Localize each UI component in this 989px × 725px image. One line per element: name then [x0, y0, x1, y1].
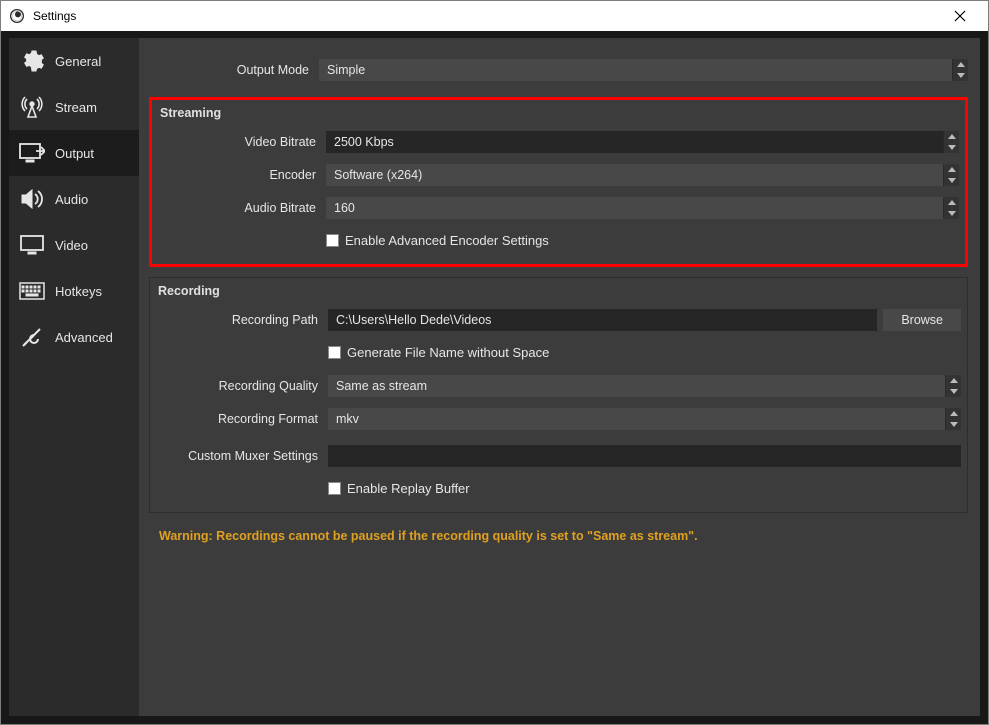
- spinner-buttons[interactable]: [943, 197, 959, 219]
- output-mode-label: Output Mode: [139, 63, 319, 77]
- replay-buffer-checkbox[interactable]: [328, 482, 341, 495]
- audio-bitrate-label: Audio Bitrate: [158, 201, 326, 215]
- recording-path-value: C:\Users\Hello Dede\Videos: [336, 313, 491, 327]
- sidebar-item-hotkeys[interactable]: Hotkeys: [9, 268, 139, 314]
- sidebar-item-label: Hotkeys: [55, 284, 102, 299]
- sidebar-item-label: Output: [55, 146, 94, 161]
- recording-path-input[interactable]: C:\Users\Hello Dede\Videos: [328, 309, 877, 331]
- replay-buffer-label: Enable Replay Buffer: [347, 481, 470, 496]
- sidebar: General Stream Output Audio: [9, 38, 139, 716]
- video-bitrate-value: 2500 Kbps: [326, 131, 943, 153]
- video-bitrate-spinner[interactable]: 2500 Kbps: [326, 131, 959, 153]
- sidebar-item-audio[interactable]: Audio: [9, 176, 139, 222]
- spinner-buttons[interactable]: [952, 59, 968, 81]
- warning-text: Warning: Recordings cannot be paused if …: [159, 529, 968, 543]
- titlebar: Settings: [1, 1, 988, 31]
- sidebar-item-label: General: [55, 54, 101, 69]
- recording-quality-dropdown[interactable]: Same as stream: [328, 375, 961, 397]
- sidebar-item-output[interactable]: Output: [9, 130, 139, 176]
- recording-format-label: Recording Format: [156, 412, 328, 426]
- sidebar-item-general[interactable]: General: [9, 38, 139, 84]
- recording-format-value: mkv: [328, 408, 945, 430]
- video-bitrate-label: Video Bitrate: [158, 135, 326, 149]
- advanced-encoder-label: Enable Advanced Encoder Settings: [345, 233, 549, 248]
- encoder-dropdown[interactable]: Software (x264): [326, 164, 959, 186]
- gen-filename-checkbox[interactable]: [328, 346, 341, 359]
- muxer-input[interactable]: [328, 445, 961, 467]
- audio-bitrate-value: 160: [326, 197, 943, 219]
- monitor-icon: [19, 232, 45, 258]
- close-button[interactable]: [940, 2, 980, 30]
- muxer-label: Custom Muxer Settings: [156, 449, 328, 463]
- gear-icon: [19, 48, 45, 74]
- obs-logo-icon: [9, 8, 25, 24]
- output-mode-dropdown[interactable]: Simple: [319, 59, 968, 81]
- window-title: Settings: [33, 9, 76, 23]
- sidebar-item-label: Video: [55, 238, 88, 253]
- streaming-section: Streaming Video Bitrate 2500 Kbps: [149, 97, 968, 267]
- browse-button[interactable]: Browse: [883, 309, 961, 331]
- spinner-buttons[interactable]: [943, 164, 959, 186]
- recording-section-title: Recording: [156, 280, 961, 300]
- recording-quality-label: Recording Quality: [156, 379, 328, 393]
- sidebar-item-label: Audio: [55, 192, 88, 207]
- sidebar-item-stream[interactable]: Stream: [9, 84, 139, 130]
- output-panel: Output Mode Simple Streaming Video Bitra…: [139, 38, 980, 716]
- spinner-buttons[interactable]: [943, 131, 959, 153]
- keyboard-icon: [19, 278, 45, 304]
- advanced-encoder-checkbox[interactable]: [326, 234, 339, 247]
- tools-icon: [19, 324, 45, 350]
- settings-window: Settings General Stream: [0, 0, 989, 725]
- encoder-label: Encoder: [158, 168, 326, 182]
- sidebar-item-video[interactable]: Video: [9, 222, 139, 268]
- recording-quality-value: Same as stream: [328, 375, 945, 397]
- recording-format-dropdown[interactable]: mkv: [328, 408, 961, 430]
- recording-path-label: Recording Path: [156, 313, 328, 327]
- spinner-buttons[interactable]: [945, 375, 961, 397]
- output-screen-icon: [19, 140, 45, 166]
- sidebar-item-advanced[interactable]: Advanced: [9, 314, 139, 360]
- antenna-icon: [19, 94, 45, 120]
- output-mode-value: Simple: [319, 59, 952, 81]
- spinner-buttons[interactable]: [945, 408, 961, 430]
- recording-section: Recording Recording Path C:\Users\Hello …: [149, 277, 968, 513]
- sidebar-item-label: Stream: [55, 100, 97, 115]
- streaming-section-title: Streaming: [158, 102, 959, 122]
- speaker-icon: [19, 186, 45, 212]
- gen-filename-label: Generate File Name without Space: [347, 345, 549, 360]
- encoder-value: Software (x264): [326, 164, 943, 186]
- sidebar-item-label: Advanced: [55, 330, 113, 345]
- audio-bitrate-dropdown[interactable]: 160: [326, 197, 959, 219]
- content-area: General Stream Output Audio: [1, 31, 988, 724]
